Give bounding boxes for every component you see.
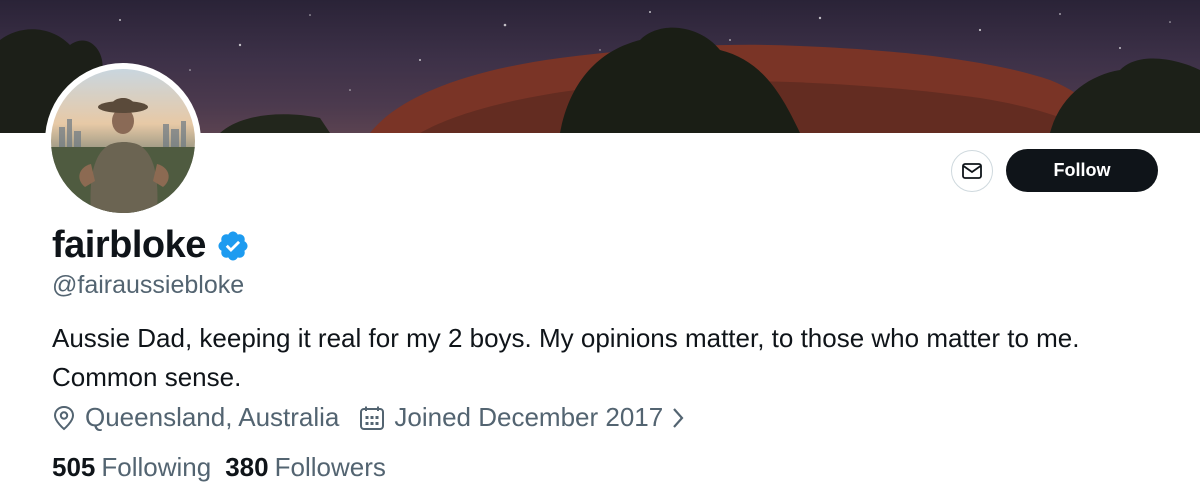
location-item: Queensland, Australia [52, 402, 339, 433]
mail-icon [962, 163, 982, 179]
name-row: fairbloke [52, 224, 250, 267]
profile-handle: @fairaussiebloke [52, 271, 245, 299]
following-link[interactable]: 505 Following [52, 452, 211, 483]
message-button[interactable] [951, 150, 993, 192]
chevron-right-icon[interactable] [671, 407, 694, 429]
avatar-photo [51, 98, 195, 213]
profile-bio: Aussie Dad, keeping it real for my 2 boy… [52, 323, 1080, 392]
joined-text: Joined December 2017 [394, 402, 664, 432]
profile-meta: Queensland, Australia Joined December 20… [52, 402, 694, 433]
follow-button[interactable]: Follow [1006, 149, 1158, 192]
display-name: fairbloke [52, 224, 206, 266]
followers-label: Followers [274, 452, 386, 482]
verified-badge-icon[interactable] [216, 229, 250, 263]
avatar-frame[interactable] [45, 63, 201, 219]
calendar-icon [360, 406, 385, 430]
following-label: Following [101, 452, 212, 482]
location-text: Queensland, Australia [85, 402, 340, 432]
followers-count: 380 [225, 452, 269, 482]
followers-link[interactable]: 380 Followers [225, 452, 386, 483]
avatar[interactable] [51, 69, 195, 213]
following-count: 505 [52, 452, 96, 482]
profile-stats: 505 Following 380 Followers [52, 452, 386, 483]
location-pin-icon [53, 405, 75, 430]
joined-item[interactable]: Joined December 2017 [359, 402, 694, 433]
